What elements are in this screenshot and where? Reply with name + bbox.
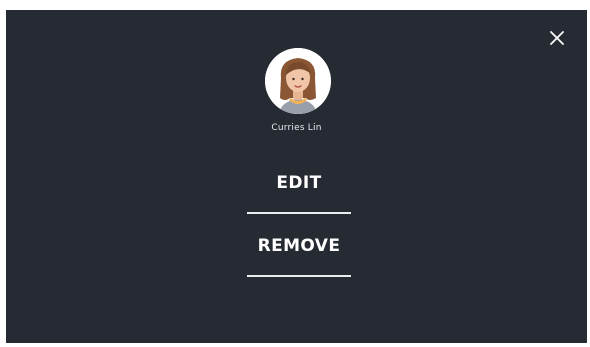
profile-action-dialog: Curries Lin EDIT REMOVE xyxy=(6,10,587,343)
close-icon xyxy=(550,31,564,45)
avatar xyxy=(265,48,331,114)
user-name: Curries Lin xyxy=(271,123,322,133)
remove-label: REMOVE xyxy=(257,236,341,256)
edit-underline xyxy=(247,212,351,214)
edit-button[interactable]: EDIT xyxy=(247,172,351,214)
close-button[interactable] xyxy=(547,28,567,48)
remove-button[interactable]: REMOVE xyxy=(247,235,351,277)
avatar-icon xyxy=(265,48,331,114)
remove-underline xyxy=(247,275,351,277)
edit-label: EDIT xyxy=(276,173,322,193)
